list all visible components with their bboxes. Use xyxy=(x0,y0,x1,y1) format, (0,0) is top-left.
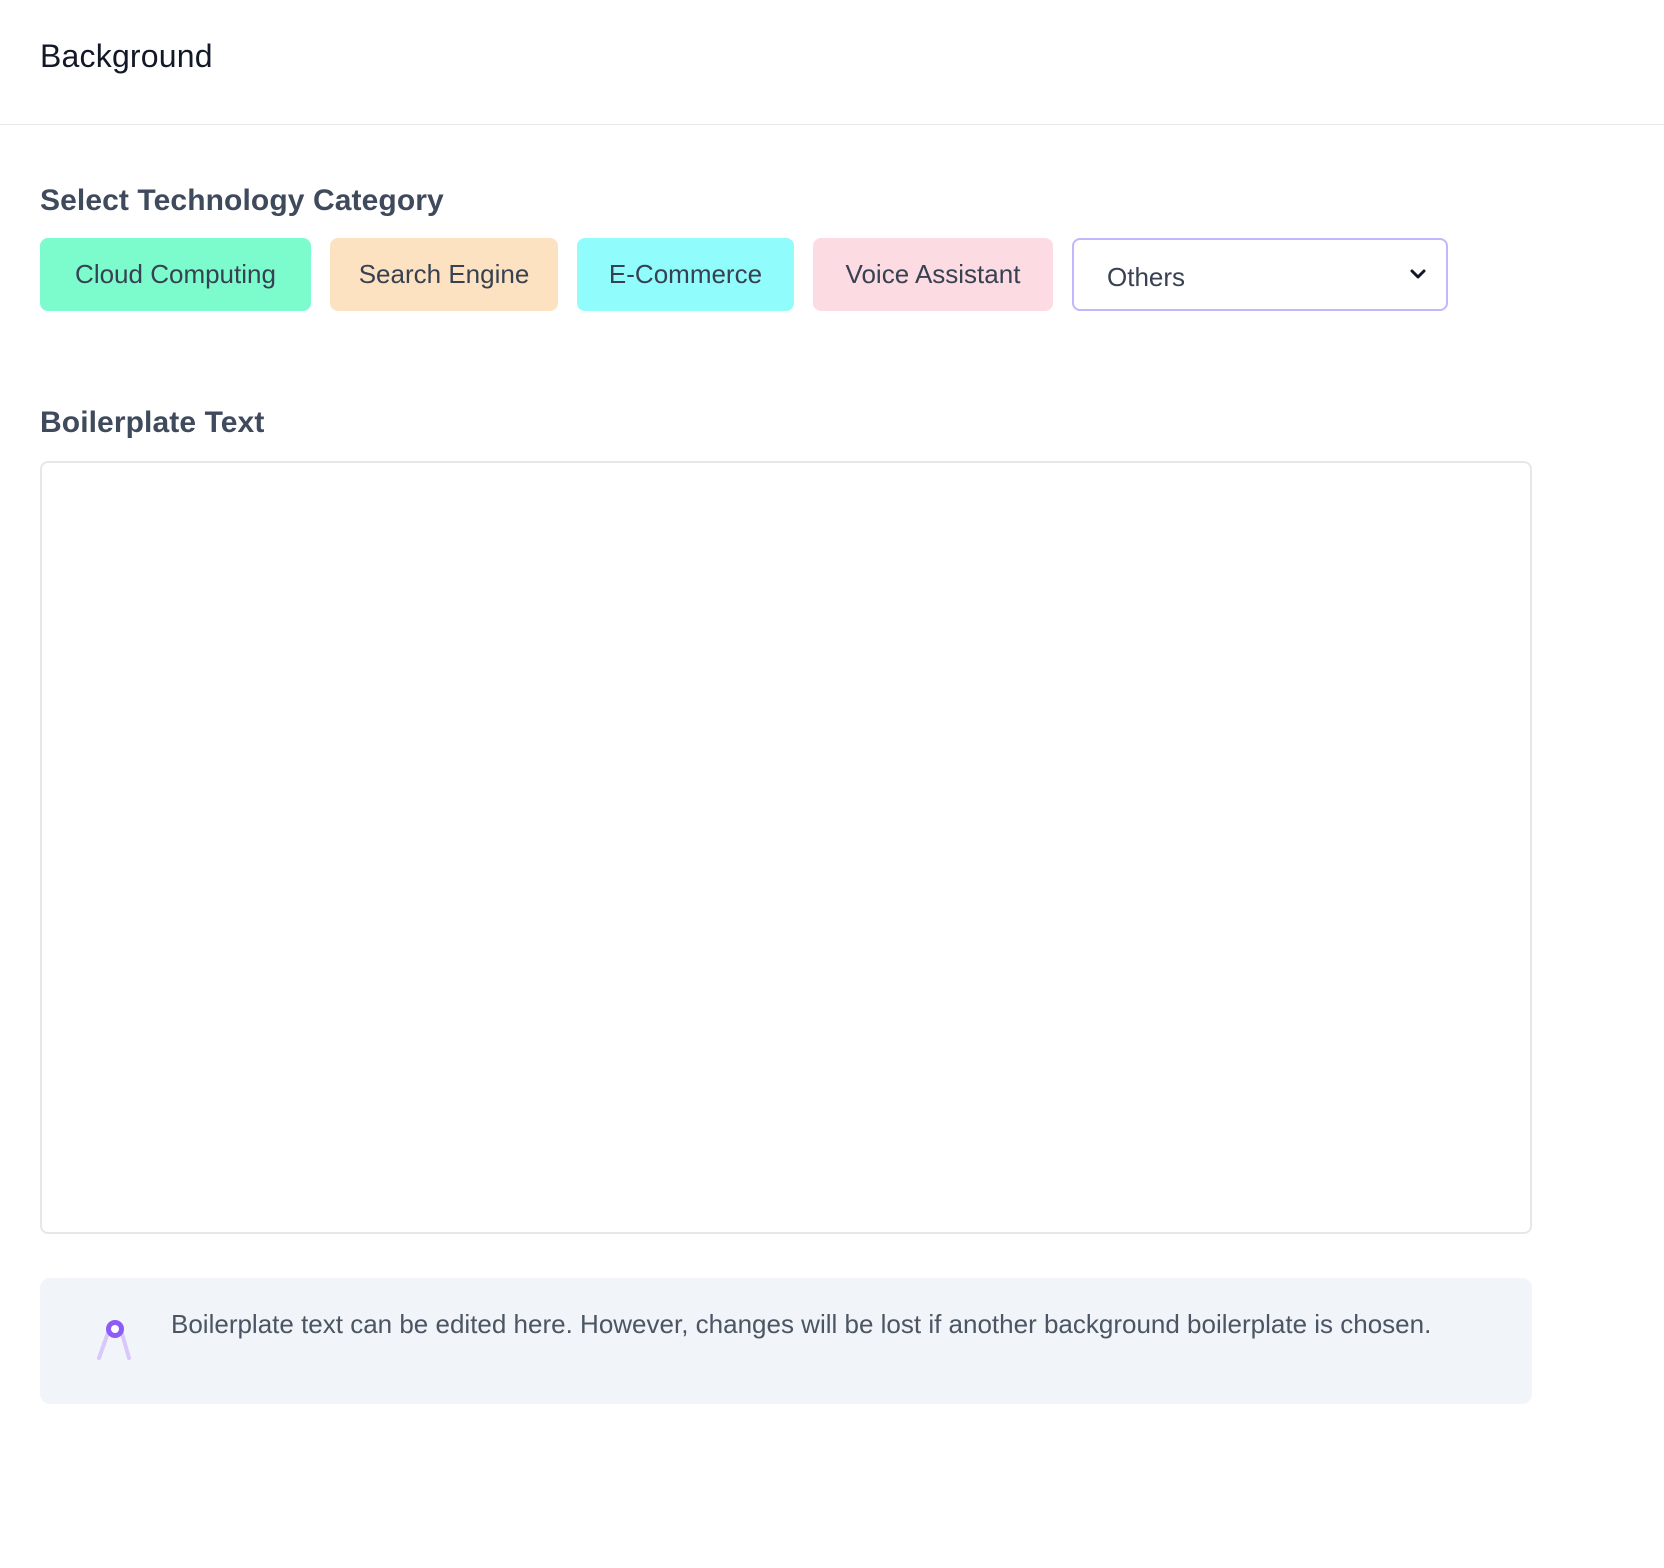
notice-text: Boilerplate text can be edited here. How… xyxy=(171,1309,1432,1339)
page-header: Background xyxy=(0,0,1664,125)
boilerplate-textarea[interactable] xyxy=(40,461,1532,1234)
chip-voice-assistant[interactable]: Voice Assistant xyxy=(813,238,1053,311)
page-title: Background xyxy=(40,38,213,74)
chip-search-engine[interactable]: Search Engine xyxy=(330,238,558,311)
category-chip-group: Cloud Computing Search Engine E-Commerce… xyxy=(40,238,1448,311)
info-notice: Boilerplate text can be edited here. How… xyxy=(40,1278,1532,1404)
category-heading: Select Technology Category xyxy=(40,184,444,217)
chevron-down-icon xyxy=(1410,269,1426,279)
category-dropdown[interactable]: Others xyxy=(1072,238,1448,311)
chip-cloud-computing[interactable]: Cloud Computing xyxy=(40,238,311,311)
compass-icon xyxy=(97,1320,131,1360)
boilerplate-heading: Boilerplate Text xyxy=(40,406,265,439)
dropdown-selected-value: Others xyxy=(1107,262,1186,292)
chip-e-commerce[interactable]: E-Commerce xyxy=(577,238,794,311)
